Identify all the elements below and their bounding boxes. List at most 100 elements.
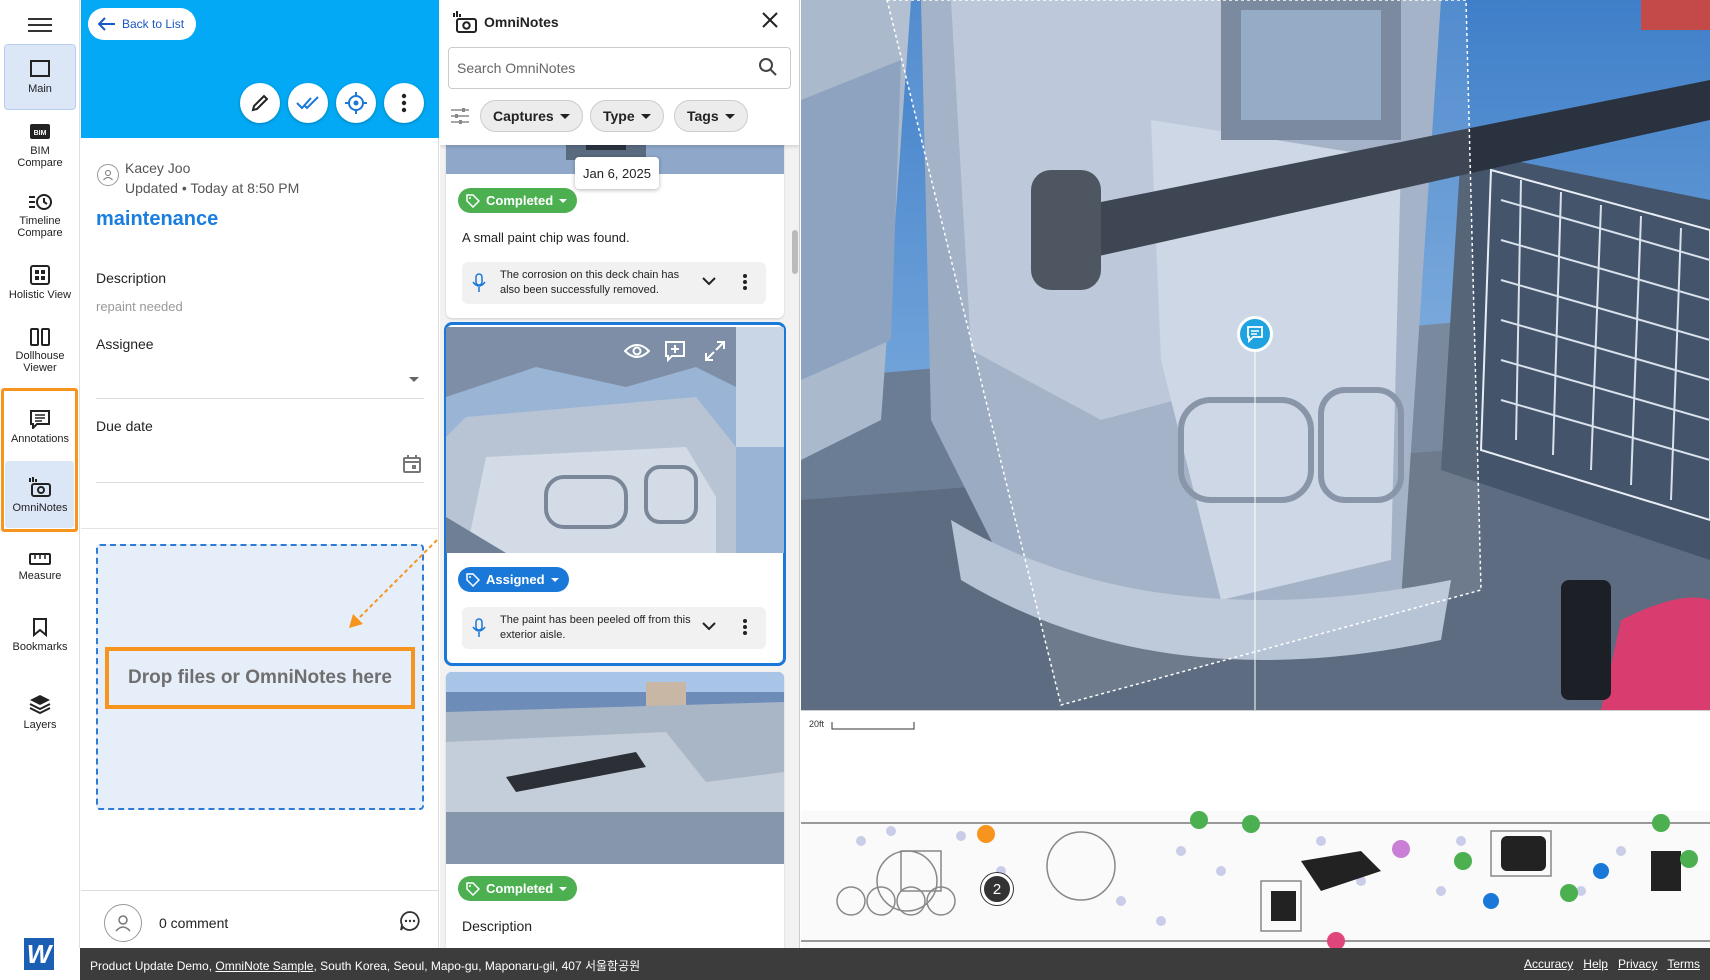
- annotation-pin[interactable]: [1237, 316, 1273, 352]
- search-icon[interactable]: [758, 57, 778, 77]
- updated-time: Updated • Today at 8:50 PM: [125, 180, 300, 196]
- status-label: Assigned: [486, 572, 545, 587]
- filter-icon[interactable]: [450, 107, 470, 125]
- due-date-underline: [96, 482, 424, 483]
- tag-icon: [466, 881, 480, 896]
- floorplan[interactable]: [801, 811, 1710, 948]
- filter-chip-type[interactable]: Type: [590, 100, 664, 132]
- nav-item-timeline-compare[interactable]: Timeline Compare: [4, 186, 76, 246]
- search-input[interactable]: [448, 47, 791, 89]
- footer-link-accuracy[interactable]: Accuracy: [1524, 957, 1573, 971]
- double-check-icon: [296, 96, 319, 110]
- grid-icon: [30, 265, 50, 285]
- nav-item-measure[interactable]: Measure: [4, 544, 76, 590]
- due-date-label: Due date: [96, 418, 153, 434]
- status-badge[interactable]: Completed: [458, 188, 578, 213]
- card-photo[interactable]: [446, 672, 784, 864]
- nav-item-main[interactable]: Main: [4, 44, 76, 110]
- user-icon: [115, 915, 131, 932]
- status-footer: Product Update Demo, OmniNote Sample, So…: [80, 948, 1710, 980]
- footer-link-terms[interactable]: Terms: [1667, 957, 1700, 971]
- omninote-card-selected[interactable]: Assigned The paint has been peeled off f…: [444, 322, 786, 666]
- nav-item-annotations[interactable]: Annotations: [4, 398, 76, 456]
- chevron-down-icon[interactable]: [702, 276, 716, 286]
- footer-link-privacy[interactable]: Privacy: [1618, 957, 1657, 971]
- status-badge[interactable]: Completed: [458, 876, 578, 901]
- tag-icon: [466, 193, 480, 208]
- microphone-icon[interactable]: [472, 273, 486, 293]
- nav-label: Measure: [18, 570, 62, 582]
- caret-down-icon: [550, 577, 559, 582]
- description-label: Description: [96, 270, 167, 286]
- dollhouse-icon: [30, 328, 50, 346]
- caret-down-icon: [409, 377, 419, 382]
- panorama-viewer[interactable]: [801, 0, 1710, 710]
- location-info: Product Update Demo, OmniNote Sample, So…: [90, 957, 640, 974]
- pencil-icon: [251, 94, 269, 112]
- drag-arrow: [349, 539, 438, 628]
- assignee-underline: [96, 398, 424, 399]
- omninotes-icon: [29, 477, 51, 497]
- nav-label: BIM Compare: [17, 145, 63, 169]
- chevron-down-icon[interactable]: [702, 621, 716, 631]
- annotation-detail-panel: Back to List Kacey Joo Updated • Today a…: [81, 0, 439, 948]
- nav-label: OmniNotes: [12, 502, 68, 514]
- nav-item-holistic-view[interactable]: Holistic View: [4, 258, 76, 308]
- nav-item-layers[interactable]: Layers: [4, 686, 76, 738]
- card-photo[interactable]: [446, 327, 784, 553]
- floorplan-minimap[interactable]: 20ft 2: [801, 710, 1710, 948]
- eye-icon[interactable]: [624, 342, 650, 360]
- nav-label: Holistic View: [8, 289, 72, 301]
- assignee-dropdown[interactable]: [96, 362, 424, 398]
- nav-item-dollhouse-viewer[interactable]: Dollhouse Viewer: [4, 320, 76, 382]
- scale-label: 20ft: [809, 719, 825, 729]
- project-link[interactable]: OmniNote Sample: [215, 959, 313, 973]
- comment-icon[interactable]: [399, 910, 421, 932]
- square-icon: [30, 60, 50, 77]
- more-vertical-icon[interactable]: [742, 273, 748, 291]
- status-label: Completed: [486, 193, 554, 208]
- omninote-card[interactable]: Completed A small paint chip was found. …: [446, 120, 784, 318]
- footer-link-help[interactable]: Help: [1583, 957, 1608, 971]
- drop-label: Drop files or OmniNotes here: [105, 647, 415, 709]
- status-badge[interactable]: Assigned: [458, 567, 569, 592]
- nav-item-bim-compare[interactable]: BIM BIM Compare: [4, 116, 76, 176]
- assignee-label: Assignee: [96, 336, 154, 352]
- chip-label: Tags: [687, 108, 719, 124]
- more-options-button[interactable]: [384, 83, 424, 123]
- annotation-icon: [30, 410, 50, 429]
- edit-button[interactable]: [240, 83, 280, 123]
- filter-chip-captures[interactable]: Captures: [480, 100, 583, 132]
- description-value[interactable]: repaint needed: [96, 299, 183, 314]
- filter-chip-tags[interactable]: Tags: [674, 100, 748, 132]
- nav-item-bookmarks[interactable]: Bookmarks: [4, 610, 76, 660]
- voice-note[interactable]: The corrosion on this deck chain has als…: [462, 262, 766, 304]
- omninote-card[interactable]: Completed Description: [446, 672, 784, 948]
- caret-down-icon: [724, 113, 735, 119]
- arrow-left-icon: [98, 17, 115, 31]
- mark-complete-button[interactable]: [288, 83, 328, 123]
- left-nav: Main BIM BIM Compare Timeline Compare Ho…: [0, 0, 80, 970]
- ruler-icon: [29, 553, 51, 565]
- add-comment-icon[interactable]: [664, 340, 686, 362]
- nav-label: Bookmarks: [12, 641, 68, 653]
- more-vertical-icon[interactable]: [742, 618, 748, 636]
- panorama-image[interactable]: [801, 0, 1710, 710]
- menu-icon[interactable]: [28, 14, 52, 34]
- due-date-field[interactable]: [96, 446, 424, 482]
- chip-label: Type: [603, 108, 635, 124]
- locate-button[interactable]: [336, 83, 376, 123]
- annotation-title[interactable]: maintenance: [96, 208, 218, 231]
- omninotes-panel: OmniNotes Captures Type Tags Jan 6, 2025…: [440, 0, 800, 948]
- tag-icon: [466, 572, 480, 587]
- nav-item-omninotes[interactable]: OmniNotes: [4, 464, 76, 526]
- back-to-list-button[interactable]: Back to List: [88, 8, 197, 40]
- cluster-marker[interactable]: 2: [981, 873, 1013, 905]
- expand-icon[interactable]: [704, 340, 726, 362]
- voice-note[interactable]: The paint has been peeled off from this …: [462, 607, 766, 649]
- microphone-icon[interactable]: [472, 618, 486, 638]
- close-icon[interactable]: [760, 10, 780, 30]
- caret-down-icon: [559, 113, 570, 119]
- author-name: Kacey Joo: [125, 160, 191, 176]
- scrollbar[interactable]: [792, 230, 798, 274]
